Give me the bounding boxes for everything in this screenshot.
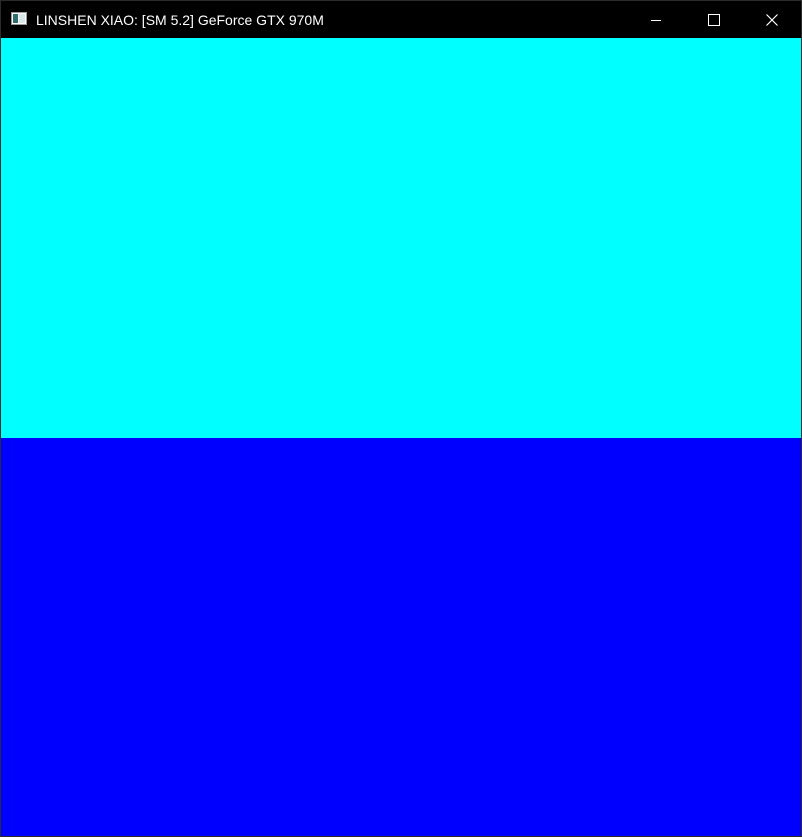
close-icon [766,13,778,26]
maximize-icon [708,13,720,26]
app-window: LINSHEN XIAO: [SM 5.2] GeForce GTX 970M [0,0,802,837]
window-title: LINSHEN XIAO: [SM 5.2] GeForce GTX 970M [36,12,324,28]
maximize-button[interactable] [685,1,743,38]
application-window-icon [11,12,27,25]
close-button[interactable] [743,1,801,38]
blue-lower-region [1,438,801,836]
minimize-icon [650,14,662,26]
window-controls [627,1,801,38]
minimize-button[interactable] [627,1,685,38]
title-bar[interactable]: LINSHEN XIAO: [SM 5.2] GeForce GTX 970M [1,1,801,38]
cyan-upper-region [1,38,801,438]
render-canvas[interactable] [1,38,801,836]
